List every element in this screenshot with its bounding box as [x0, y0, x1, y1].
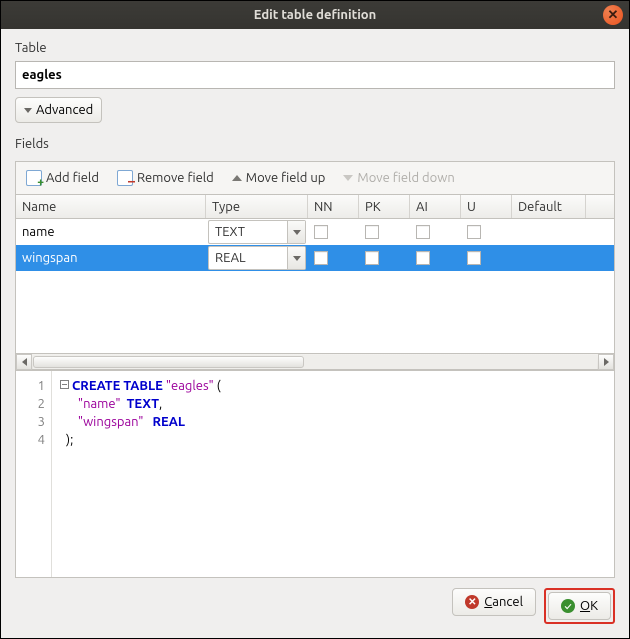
move-up-label: Move field up — [246, 171, 326, 185]
dialog-body: Table Advanced Fields Add field Remove f… — [1, 29, 629, 578]
horizontal-scrollbar[interactable] — [16, 354, 614, 370]
type-select[interactable]: REAL — [208, 246, 306, 270]
table-name-input[interactable] — [15, 61, 615, 89]
advanced-label: Advanced — [36, 103, 93, 117]
cell-name[interactable]: wingspan — [16, 245, 206, 271]
move-up-button[interactable]: Move field up — [232, 171, 326, 185]
remove-field-label: Remove field — [137, 171, 214, 185]
triangle-up-icon — [232, 175, 242, 181]
line-gutter: 1 2 3 4 — [16, 371, 52, 577]
move-down-button: Move field down — [343, 171, 454, 185]
scroll-right-icon[interactable] — [598, 354, 614, 370]
col-name[interactable]: Name — [16, 195, 206, 218]
ok-label: OK — [580, 599, 598, 613]
type-select[interactable]: TEXT — [208, 220, 306, 244]
fields-grid: Name Type NN PK AI U Default name TEXT — [16, 194, 614, 354]
titlebar: Edit table definition ✕ — [1, 1, 629, 29]
move-down-label: Move field down — [357, 171, 454, 185]
add-field-button[interactable]: Add field — [26, 170, 99, 186]
close-icon[interactable]: ✕ — [603, 5, 623, 25]
cell-default[interactable] — [512, 245, 586, 271]
ok-icon: ✓ — [561, 599, 575, 613]
cell-type[interactable]: REAL — [206, 245, 308, 271]
col-type[interactable]: Type — [206, 195, 308, 218]
window-title: Edit table definition — [254, 8, 377, 22]
pk-checkbox[interactable] — [365, 225, 379, 239]
table-row[interactable]: wingspan REAL — [16, 245, 614, 271]
col-nn[interactable]: NN — [308, 195, 359, 218]
add-field-label: Add field — [46, 171, 99, 185]
type-select-value: TEXT — [209, 225, 287, 239]
cell-name[interactable]: name — [16, 219, 206, 245]
fields-toolbar: Add field Remove field Move field up Mov… — [16, 162, 614, 194]
cancel-label: Cancel — [484, 595, 523, 609]
fold-icon[interactable] — [60, 380, 69, 389]
ai-checkbox[interactable] — [416, 251, 430, 265]
cell-type[interactable]: TEXT — [206, 219, 308, 245]
col-u[interactable]: U — [461, 195, 512, 218]
table-row[interactable]: name TEXT — [16, 219, 614, 245]
triangle-down-icon — [343, 175, 353, 181]
nn-checkbox[interactable] — [314, 225, 328, 239]
type-select-value: REAL — [209, 251, 287, 265]
col-pk[interactable]: PK — [359, 195, 410, 218]
scroll-left-icon[interactable] — [16, 354, 32, 370]
cell-default[interactable] — [512, 219, 586, 245]
u-checkbox[interactable] — [467, 251, 481, 265]
ai-checkbox[interactable] — [416, 225, 430, 239]
chevron-down-icon[interactable] — [287, 247, 305, 269]
chevron-down-icon[interactable] — [287, 221, 305, 243]
dialog-window: Edit table definition ✕ Table Advanced F… — [0, 0, 630, 639]
add-icon — [26, 170, 42, 186]
ok-button-highlight: ✓ OK — [544, 588, 615, 624]
fields-panel: Add field Remove field Move field up Mov… — [15, 161, 615, 578]
sql-code[interactable]: CREATE TABLE "eagles" ( "name" TEXT, "wi… — [52, 371, 229, 577]
scroll-track[interactable] — [33, 355, 597, 369]
table-label: Table — [15, 41, 615, 55]
dialog-footer: ✕ Cancel ✓ OK — [1, 578, 629, 638]
pk-checkbox[interactable] — [365, 251, 379, 265]
scroll-thumb[interactable] — [33, 356, 304, 368]
nn-checkbox[interactable] — [314, 251, 328, 265]
col-default[interactable]: Default — [512, 195, 586, 218]
remove-field-button[interactable]: Remove field — [117, 170, 214, 186]
cancel-button[interactable]: ✕ Cancel — [452, 588, 536, 616]
advanced-button[interactable]: Advanced — [15, 97, 102, 123]
grid-header: Name Type NN PK AI U Default — [16, 195, 614, 219]
cancel-icon: ✕ — [465, 595, 479, 609]
sql-preview: 1 2 3 4 CREATE TABLE "eagles" ( "name" T… — [16, 370, 614, 577]
remove-icon — [117, 170, 133, 186]
fields-label: Fields — [15, 137, 615, 151]
u-checkbox[interactable] — [467, 225, 481, 239]
chevron-down-icon — [24, 108, 32, 113]
ok-button[interactable]: ✓ OK — [548, 592, 611, 620]
col-ai[interactable]: AI — [410, 195, 461, 218]
